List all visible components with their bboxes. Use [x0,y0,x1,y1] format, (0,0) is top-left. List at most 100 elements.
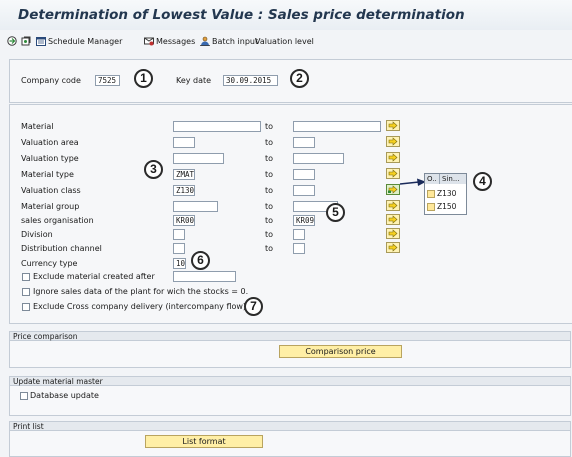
material-from-field[interactable] [173,121,261,132]
exclude-material-checkbox[interactable] [22,273,30,281]
material-group-multiple-selection-button[interactable] [386,200,400,211]
valuation-class-from-field[interactable]: Z130 [173,185,195,196]
material-type-to-field[interactable] [293,169,315,180]
callout-7: 7 [244,297,263,316]
company-code-field[interactable]: 7525 [95,75,120,86]
arrow-right-icon [388,121,398,130]
division-from-field[interactable] [173,229,185,240]
currency-type-label: Currency type [21,259,78,268]
print-list-section [9,431,571,457]
material-group-from-field[interactable] [173,201,218,212]
batch-input-button[interactable]: Batch input [200,35,258,47]
popup-item-z130[interactable]: Z130 [427,189,456,199]
page-title: Determination of Lowest Value : Sales pr… [18,7,465,23]
valuation-type-from-field[interactable] [173,153,224,164]
company-code-label: Company code [21,76,81,85]
material-type-label: Material type [21,170,74,179]
variant-icon[interactable] [21,35,33,47]
multiple-selection-popup: O.. Sin... Z130 Z150 [424,173,467,215]
exclude-cross-company-checkbox[interactable] [22,303,30,311]
division-label: Division [21,230,53,239]
ignore-sales-data-checkbox[interactable] [22,288,30,296]
to-label: to [265,138,274,147]
key-date-field[interactable]: 30.09.2015 [223,75,278,86]
sales-organisation-to-field[interactable]: KR09 [293,215,315,226]
arrow-right-icon [388,169,398,178]
popup-col-single: Sin... [439,174,460,184]
calendar-icon [36,37,46,46]
to-label: to [265,216,274,225]
sales-organisation-label: sales organisation [21,216,94,225]
material-type-from-field[interactable]: ZMAT [173,169,195,180]
material-group-label: Material group [21,202,80,211]
selection-square-icon [427,203,435,211]
application-toolbar: Schedule Manager Messages Batch input Va… [0,30,572,52]
to-label: to [265,244,274,253]
callout-3: 3 [144,160,163,179]
distribution-channel-from-field[interactable] [173,243,185,254]
material-multiple-selection-button[interactable] [386,120,400,131]
valuation-class-multiple-selection-button[interactable] [386,184,400,195]
arrow-right-icon [388,243,398,252]
to-label: to [265,170,274,179]
valuation-type-to-field[interactable] [293,153,344,164]
valuation-type-multiple-selection-button[interactable] [386,152,400,163]
messages-button[interactable]: Messages [144,35,195,47]
exclude-cross-company-label: Exclude Cross company delivery (intercom… [33,302,247,311]
exclude-material-label: Exclude material created after [33,272,155,281]
callout-5: 5 [326,203,345,222]
comparison-price-button[interactable]: Comparison price [279,345,402,358]
currency-type-field[interactable]: 10 [173,258,186,269]
division-multiple-selection-button[interactable] [386,228,400,239]
arrow-right-active-icon [388,185,398,194]
arrow-right-icon [388,229,398,238]
valuation-area-from-field[interactable] [173,137,195,148]
list-format-button[interactable]: List format [145,435,263,448]
to-label: to [265,186,274,195]
person-icon [200,36,210,46]
valuation-type-label: Valuation type [21,154,79,163]
schedule-manager-button[interactable]: Schedule Manager [36,35,122,47]
price-comparison-header: Price comparison [9,331,571,341]
arrow-right-icon [388,201,398,210]
distribution-channel-multiple-selection-button[interactable] [386,242,400,253]
popup-col-option: O.. [427,175,437,183]
ignore-sales-data-label: Ignore sales data of the plant for wich … [33,287,249,296]
to-label: to [265,230,274,239]
to-label: to [265,202,274,211]
distribution-channel-label: Distribution channel [21,244,102,253]
division-to-field[interactable] [293,229,305,240]
pointer-arrow-icon [399,178,426,186]
to-label: to [265,122,274,131]
exclude-material-date-field[interactable] [173,271,236,282]
valuation-area-label: Valuation area [21,138,79,147]
valuation-level-button[interactable]: Valuation level [255,35,314,47]
sales-organisation-multiple-selection-button[interactable] [386,214,400,225]
arrow-right-icon [388,215,398,224]
popup-header: O.. Sin... [425,174,466,184]
selection-square-icon [427,190,435,198]
database-update-checkbox[interactable] [20,392,28,400]
valuation-class-to-field[interactable] [293,185,315,196]
callout-4: 4 [473,172,492,191]
print-list-header: Print list [9,421,571,431]
material-to-field[interactable] [293,121,381,132]
sales-organisation-from-field[interactable]: KR00 [173,215,195,226]
database-update-label: Database update [30,391,99,400]
callout-6: 6 [191,251,210,270]
material-label: Material [21,122,54,131]
execute-icon[interactable] [7,35,19,47]
valuation-class-label: Valuation class [21,186,81,195]
distribution-channel-to-field[interactable] [293,243,305,254]
title-bar: Determination of Lowest Value : Sales pr… [0,0,572,30]
valuation-area-to-field[interactable] [293,137,315,148]
callout-2: 2 [290,69,309,88]
callout-1: 1 [134,69,153,88]
arrow-right-icon [388,153,398,162]
messages-icon [144,37,154,46]
to-label: to [265,154,274,163]
popup-item-z150[interactable]: Z150 [427,202,456,212]
valuation-area-multiple-selection-button[interactable] [386,136,400,147]
material-type-multiple-selection-button[interactable] [386,168,400,179]
arrow-right-icon [388,137,398,146]
